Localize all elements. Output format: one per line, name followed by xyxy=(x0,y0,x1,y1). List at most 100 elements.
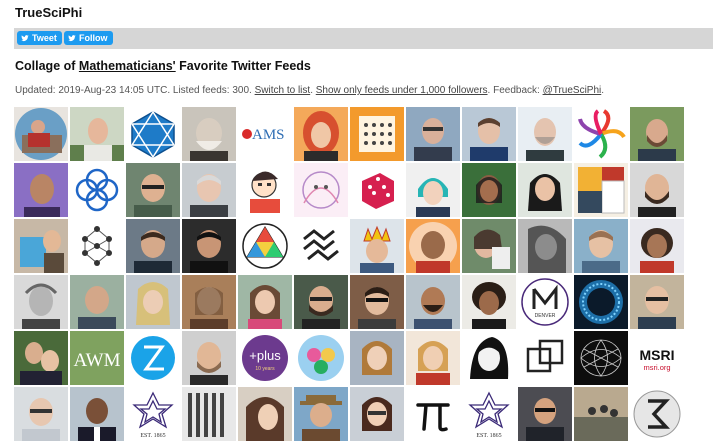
avatar-tile[interactable] xyxy=(350,331,404,385)
avatar-tile[interactable] xyxy=(126,107,180,161)
denver-text: DENVER xyxy=(535,313,556,319)
avatar-tile[interactable] xyxy=(70,387,124,441)
avatar-tile[interactable] xyxy=(574,107,628,161)
avatar-tile[interactable] xyxy=(70,107,124,161)
dice-tile[interactable] xyxy=(350,163,404,217)
avatar-tile[interactable] xyxy=(518,331,572,385)
avatar-tile[interactable] xyxy=(630,387,684,441)
est-1865-tile[interactable]: EST. 1865 xyxy=(126,387,180,441)
plus-logo-text: +plus xyxy=(249,348,281,363)
avatar-tile[interactable] xyxy=(294,275,348,329)
avatar-tile[interactable] xyxy=(574,219,628,273)
avatar-tile[interactable] xyxy=(406,219,460,273)
avatar-tile[interactable] xyxy=(350,387,404,441)
ams-logo-tile[interactable]: AMS xyxy=(238,107,292,161)
awm-logo-tile[interactable]: AWM xyxy=(70,331,124,385)
follow-label: Follow xyxy=(79,33,108,43)
feedback-label: . Feedback: xyxy=(487,85,543,96)
ams-logo-text: AMS xyxy=(252,127,285,143)
avatar-tile[interactable] xyxy=(462,219,516,273)
avatar-tile[interactable] xyxy=(182,219,236,273)
share-bar: Tweet Follow xyxy=(14,28,713,49)
avatar-tile[interactable] xyxy=(238,219,292,273)
avatar-tile[interactable] xyxy=(294,387,348,441)
avatar-tile[interactable] xyxy=(518,163,572,217)
switch-to-list-link[interactable]: Switch to list xyxy=(255,85,311,96)
avatar-tile[interactable] xyxy=(630,275,684,329)
est-year-text: EST. 1865 xyxy=(476,433,501,439)
est-year-text: EST. 1865 xyxy=(140,433,165,439)
avatar-tile[interactable] xyxy=(182,275,236,329)
avatar-tile[interactable] xyxy=(70,163,124,217)
title-prefix: Collage of xyxy=(15,59,79,73)
avatar-tile[interactable] xyxy=(126,163,180,217)
plus-years-text: 10 years xyxy=(255,366,275,372)
avatar-tile[interactable] xyxy=(462,107,516,161)
period: . xyxy=(601,85,605,96)
jmm-denver-tile[interactable]: DENVER xyxy=(518,275,572,329)
avatar-tile[interactable] xyxy=(630,107,684,161)
avatar-tile[interactable] xyxy=(294,163,348,217)
avatar-tile[interactable] xyxy=(574,275,628,329)
twitter-bird-icon xyxy=(21,35,29,42)
avatar-tile[interactable] xyxy=(70,219,124,273)
avatar-tile[interactable] xyxy=(126,219,180,273)
avatar-tile[interactable] xyxy=(518,387,572,441)
avatar-tile[interactable] xyxy=(182,163,236,217)
tweet-button[interactable]: Tweet xyxy=(17,31,62,45)
feedback-handle-link[interactable]: @TrueSciPhi xyxy=(543,85,602,96)
est-1865-tile[interactable]: EST. 1865 xyxy=(462,387,516,441)
msri-logo-tile[interactable]: MSRI msri.org xyxy=(630,331,684,385)
avatar-tile[interactable] xyxy=(238,163,292,217)
update-info: Updated: 2019-Aug-23 14:05 UTC. Listed f… xyxy=(15,85,604,96)
awm-logo-text: AWM xyxy=(73,350,120,371)
avatar-tile[interactable] xyxy=(518,107,572,161)
page-title: Collage of Mathematicians' Favorite Twit… xyxy=(15,59,311,73)
avatar-tile[interactable] xyxy=(630,163,684,217)
avatar-tile[interactable] xyxy=(126,331,180,385)
twitter-bird-icon xyxy=(68,35,76,42)
avatar-tile[interactable] xyxy=(294,219,348,273)
avatar-tile[interactable] xyxy=(406,107,460,161)
avatar-tile[interactable] xyxy=(406,331,460,385)
plus-magazine-tile[interactable]: +plus 10 years xyxy=(238,331,292,385)
update-text: Updated: 2019-Aug-23 14:05 UTC. Listed f… xyxy=(15,85,255,96)
avatar-tile[interactable] xyxy=(70,275,124,329)
avatar-tile[interactable] xyxy=(518,219,572,273)
avatar-tile[interactable] xyxy=(462,163,516,217)
title-suffix: Favorite Twitter Feeds xyxy=(175,59,311,73)
site-brand[interactable]: TrueSciPhi xyxy=(15,5,82,20)
mathematicians-link[interactable]: Mathematicians' xyxy=(79,59,176,73)
avatar-tile[interactable] xyxy=(574,331,628,385)
avatar-tile[interactable] xyxy=(574,387,628,441)
avatar-tile[interactable] xyxy=(462,275,516,329)
filter-small-feeds-link[interactable]: Show only feeds under 1,000 followers xyxy=(316,85,488,96)
tweet-label: Tweet xyxy=(32,33,57,43)
avatar-tile[interactable] xyxy=(574,163,628,217)
avatar-tile[interactable] xyxy=(294,107,348,161)
pi-symbol-tile[interactable] xyxy=(406,387,460,441)
msri-url-text: msri.org xyxy=(643,363,670,372)
follow-button[interactable]: Follow xyxy=(64,31,113,45)
avatar-tile[interactable] xyxy=(14,219,68,273)
avatar-tile[interactable] xyxy=(182,331,236,385)
avatar-tile[interactable] xyxy=(350,107,404,161)
avatar-tile[interactable] xyxy=(350,275,404,329)
avatar-tile[interactable] xyxy=(238,275,292,329)
avatar-tile[interactable] xyxy=(462,331,516,385)
avatar-tile[interactable] xyxy=(14,163,68,217)
avatar-tile[interactable] xyxy=(182,107,236,161)
avatar-tile[interactable] xyxy=(406,275,460,329)
avatar-tile[interactable] xyxy=(294,331,348,385)
avatar-tile[interactable] xyxy=(14,107,68,161)
avatar-tile[interactable] xyxy=(238,387,292,441)
avatar-tile[interactable] xyxy=(14,275,68,329)
avatar-tile[interactable] xyxy=(14,387,68,441)
avatar-tile[interactable] xyxy=(406,163,460,217)
avatar-tile[interactable] xyxy=(14,331,68,385)
avatar-tile[interactable] xyxy=(350,219,404,273)
avatar-tile[interactable] xyxy=(126,275,180,329)
avatar-tile[interactable] xyxy=(182,387,236,441)
msri-logo-text: MSRI xyxy=(640,347,675,363)
avatar-tile[interactable] xyxy=(630,219,684,273)
